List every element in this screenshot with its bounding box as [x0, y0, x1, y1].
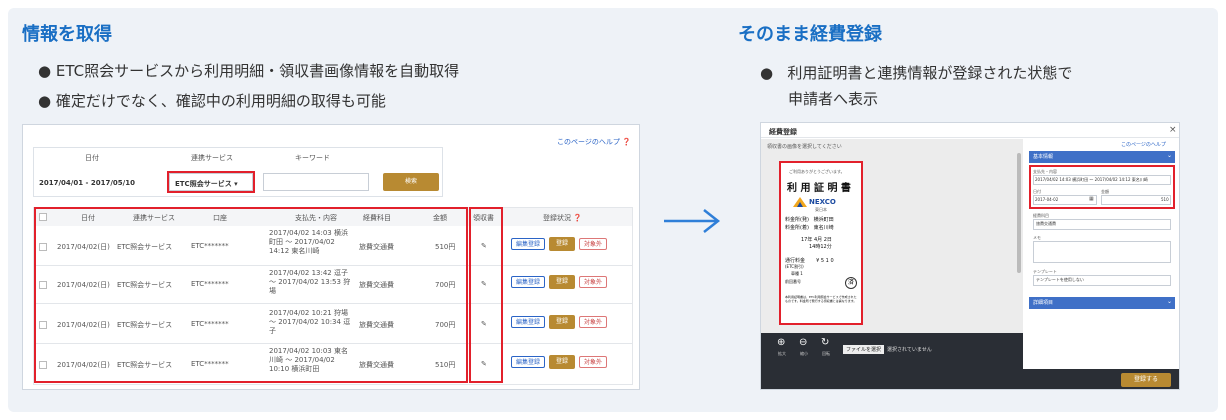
right-bullet-1: ● 利用証明書と連携情報が登録された状態で	[760, 64, 1073, 82]
dialog-help-link[interactable]: このページのヘルプ	[1121, 141, 1166, 148]
help-link[interactable]: このページのヘルプ ❓	[557, 137, 631, 147]
rotate-icon[interactable]: ↻	[821, 337, 829, 348]
date-header: 日付	[85, 154, 99, 162]
exclude-button[interactable]: 対象外	[579, 276, 607, 288]
edit-button[interactable]: 編集登録	[511, 238, 545, 250]
zoom-in-icon[interactable]: ⊕	[777, 337, 785, 348]
keyword-header: キーワード	[295, 154, 330, 162]
exclude-button[interactable]: 対象外	[579, 356, 607, 368]
expense-dialog-screenshot: 経費登録 × このページのヘルプ 領収書の画像を選択してください ご利用ありがと…	[760, 122, 1180, 390]
chevron-down-icon: ⌄	[1167, 298, 1173, 305]
edit-button[interactable]: 編集登録	[511, 316, 545, 328]
viewer-scrollbar[interactable]	[1017, 153, 1021, 273]
memo-input[interactable]	[1033, 241, 1171, 263]
register-button[interactable]: 登録	[549, 355, 575, 369]
image-note: 領収書の画像を選択してください	[767, 144, 842, 150]
detail-section-label: 詳細項目	[1033, 300, 1054, 306]
register-button[interactable]: 登録	[549, 315, 575, 329]
rotate-label: 回転	[822, 351, 830, 356]
receipt-highlight	[779, 161, 863, 325]
left-bullet-1: ● ETC照会サービスから利用明細・領収書画像情報を自動取得	[38, 62, 460, 80]
right-bullet-2: 申請者へ表示	[788, 90, 879, 108]
form-highlight	[1029, 165, 1175, 209]
date-range-input[interactable]: 2017/04/01 - 2017/05/10	[39, 179, 135, 187]
template-value: テンプレートを使用しない	[1036, 277, 1084, 282]
left-heading: 情報を取得	[22, 24, 112, 45]
etc-list-screenshot: このページのヘルプ ❓ 日付 連携サービス キーワード 2017/04/01 -…	[22, 124, 640, 390]
file-status: 選択されていません	[887, 347, 932, 353]
service-header: 連携サービス	[191, 154, 233, 162]
receipt-column-highlight	[469, 207, 503, 383]
file-select-button[interactable]: ファイルを選択	[843, 345, 885, 354]
zoom-out-icon[interactable]: ⊖	[799, 337, 807, 348]
right-heading: そのまま経費登録	[738, 24, 882, 45]
exclude-button[interactable]: 対象外	[579, 238, 607, 250]
dialog-title: 経費登録	[769, 128, 797, 136]
exclude-button[interactable]: 対象外	[579, 316, 607, 328]
keyword-input[interactable]	[263, 173, 369, 191]
close-icon[interactable]: ×	[1169, 125, 1177, 135]
col-status: 登録状況 ❓	[543, 214, 582, 222]
title-divider	[761, 137, 1179, 138]
arrow-right-icon	[664, 209, 721, 233]
chevron-down-icon: ⌄	[1167, 152, 1173, 159]
help-icon: ❓	[622, 138, 631, 146]
rows-highlight	[34, 207, 468, 383]
zoom-out-label: 縮小	[800, 351, 808, 356]
zoom-in-label: 拡大	[778, 351, 786, 356]
dialog-footer	[761, 369, 1179, 389]
category-value: 旅費交通費	[1036, 221, 1056, 226]
register-button[interactable]: 登録	[549, 237, 575, 251]
register-button[interactable]: 登録	[549, 275, 575, 289]
basic-section-label: 基本情報	[1033, 154, 1054, 160]
edit-button[interactable]: 編集登録	[511, 276, 545, 288]
left-bullet-2: ● 確定だけでなく、確認中の利用明細の取得も可能	[38, 92, 386, 110]
edit-button[interactable]: 編集登録	[511, 356, 545, 368]
search-button[interactable]: 検索	[383, 173, 439, 191]
save-button[interactable]: 登録する	[1121, 373, 1171, 387]
service-highlight	[167, 171, 255, 193]
